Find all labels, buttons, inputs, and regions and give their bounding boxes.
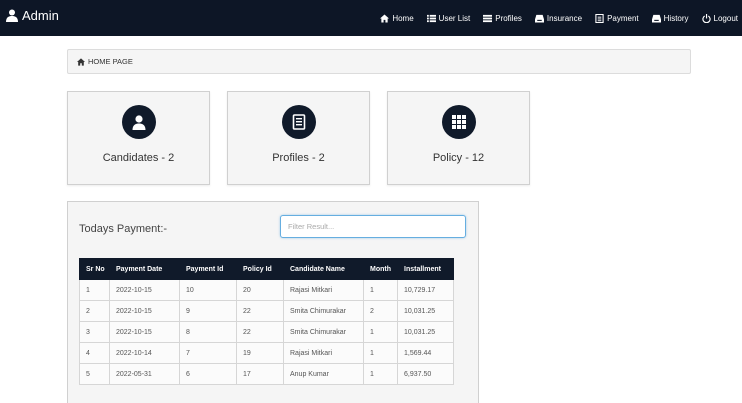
profiles-card[interactable]: Profiles - 2 bbox=[227, 91, 370, 185]
nav-item-profiles[interactable]: Profiles bbox=[483, 14, 522, 23]
panel-title: Todays Payment:- bbox=[79, 223, 168, 235]
table-cell: 2022-10-15 bbox=[109, 300, 180, 322]
table-row[interactable]: 4 2022-10-14 7 19 Rajasi Mitkari 1 1,569… bbox=[79, 342, 454, 364]
nav-item-label: User List bbox=[438, 13, 471, 23]
table-cell: 7 bbox=[179, 342, 237, 364]
inbox-icon bbox=[651, 14, 661, 23]
breadcrumb-label: HOME PAGE bbox=[88, 57, 133, 66]
table-cell: 2022-10-15 bbox=[109, 321, 180, 343]
column-header[interactable]: Candidate Name bbox=[283, 258, 364, 280]
table-cell: Smita Chimurakar bbox=[283, 300, 364, 322]
top-navbar: Admin Home User List Profiles Insurance … bbox=[0, 0, 742, 36]
card-icon-circle bbox=[281, 105, 316, 139]
table-cell: 3 bbox=[79, 321, 110, 343]
table-cell: Rajasi Mitkari bbox=[283, 342, 364, 364]
table-cell: 5 bbox=[79, 363, 110, 385]
power-icon bbox=[701, 13, 711, 23]
table-cell: 10,729.17 bbox=[397, 279, 454, 301]
table-cell: 19 bbox=[236, 342, 284, 364]
nav-item-label: Profiles bbox=[495, 13, 522, 23]
breadcrumb: HOME PAGE bbox=[67, 49, 691, 74]
user-icon bbox=[6, 9, 18, 22]
brand[interactable]: Admin bbox=[6, 8, 59, 23]
table-cell: 2022-05-31 bbox=[109, 363, 180, 385]
table-cell: 1 bbox=[363, 321, 398, 343]
table-cell: 6 bbox=[179, 363, 237, 385]
inbox-icon bbox=[534, 14, 544, 23]
table-row[interactable]: 2 2022-10-15 9 22 Smita Chimurakar 2 10,… bbox=[79, 300, 454, 322]
table-cell: Rajasi Mitkari bbox=[283, 279, 364, 301]
table-row[interactable]: 3 2022-10-15 8 22 Smita Chimurakar 1 10,… bbox=[79, 321, 454, 343]
home-icon bbox=[77, 57, 85, 66]
nav-item-label: Logout bbox=[713, 13, 738, 23]
table-cell: 2022-10-15 bbox=[109, 279, 180, 301]
table-cell: 1 bbox=[363, 363, 398, 385]
table-cell: 10,031.25 bbox=[397, 321, 454, 343]
nav-item-label: Home bbox=[392, 13, 414, 23]
nav-item-insurance[interactable]: Insurance bbox=[534, 13, 583, 23]
user-icon bbox=[132, 115, 145, 130]
table-cell: 22 bbox=[236, 321, 284, 343]
table-cell: 9 bbox=[179, 300, 237, 322]
table-header-row: Sr No Payment Date Payment Id Policy Id … bbox=[79, 258, 454, 280]
nav-item-home[interactable]: Home bbox=[380, 13, 414, 23]
table-cell: 1 bbox=[79, 279, 110, 301]
policy-card[interactable]: Policy - 12 bbox=[387, 91, 530, 185]
card-label: Policy - 12 bbox=[432, 152, 485, 164]
list-icon bbox=[426, 14, 436, 22]
nav-item-user-list[interactable]: User List bbox=[426, 13, 471, 23]
nav-item-logout[interactable]: Logout bbox=[701, 13, 738, 23]
payments-table: Sr No Payment Date Payment Id Policy Id … bbox=[79, 258, 454, 385]
table-cell: 4 bbox=[79, 342, 110, 364]
table-cell: 10,031.25 bbox=[397, 300, 454, 322]
table-cell: 2022-10-14 bbox=[109, 342, 180, 364]
card-label: Profiles - 2 bbox=[272, 152, 325, 164]
card-label: Candidates - 2 bbox=[102, 152, 175, 164]
table-cell: Anup Kumar bbox=[283, 363, 364, 385]
table-cell: 8 bbox=[179, 321, 237, 343]
nav-menu: Home User List Profiles Insurance Paymen… bbox=[367, 0, 738, 36]
table-cell: 22 bbox=[236, 300, 284, 322]
column-header[interactable]: Payment Id bbox=[179, 258, 237, 280]
table-cell: 1 bbox=[363, 342, 398, 364]
brand-label: Admin bbox=[22, 8, 59, 23]
table-cell: 10 bbox=[179, 279, 237, 301]
nav-item-payment[interactable]: Payment bbox=[595, 13, 639, 23]
column-header[interactable]: Policy Id bbox=[236, 258, 284, 280]
table-cell: 1 bbox=[363, 279, 398, 301]
candidates-card[interactable]: Candidates - 2 bbox=[67, 91, 210, 185]
column-header[interactable]: Sr No bbox=[79, 258, 110, 280]
table-cell: 6,937.50 bbox=[397, 363, 454, 385]
nav-item-label: Payment bbox=[607, 13, 639, 23]
nav-item-label: History bbox=[663, 13, 689, 23]
table-cell: 17 bbox=[236, 363, 284, 385]
table-cell: Smita Chimurakar bbox=[283, 321, 364, 343]
table-cell: 2 bbox=[363, 300, 398, 322]
table-row[interactable]: 1 2022-10-15 10 20 Rajasi Mitkari 1 10,7… bbox=[79, 279, 454, 301]
nav-item-label: Insurance bbox=[546, 13, 583, 23]
grid-icon bbox=[451, 115, 466, 129]
column-header[interactable]: Month bbox=[363, 258, 398, 280]
column-header[interactable]: Installment bbox=[397, 258, 454, 280]
table-row[interactable]: 5 2022-05-31 6 17 Anup Kumar 1 6,937.50 bbox=[79, 363, 454, 385]
card-icon-circle bbox=[441, 105, 476, 139]
table-cell: 20 bbox=[236, 279, 284, 301]
column-header[interactable]: Payment Date bbox=[109, 258, 180, 280]
document-icon bbox=[292, 114, 305, 130]
home-icon bbox=[380, 13, 390, 23]
nav-item-history[interactable]: History bbox=[651, 13, 689, 23]
table-cell: 2 bbox=[79, 300, 110, 322]
filter-input[interactable] bbox=[280, 215, 466, 238]
todays-payment-panel: Todays Payment:- Sr No Payment Date Paym… bbox=[67, 201, 479, 403]
card-icon-circle bbox=[121, 105, 156, 139]
document-icon bbox=[595, 13, 604, 23]
list-icon bbox=[483, 14, 493, 22]
table-cell: 1,569.44 bbox=[397, 342, 454, 364]
